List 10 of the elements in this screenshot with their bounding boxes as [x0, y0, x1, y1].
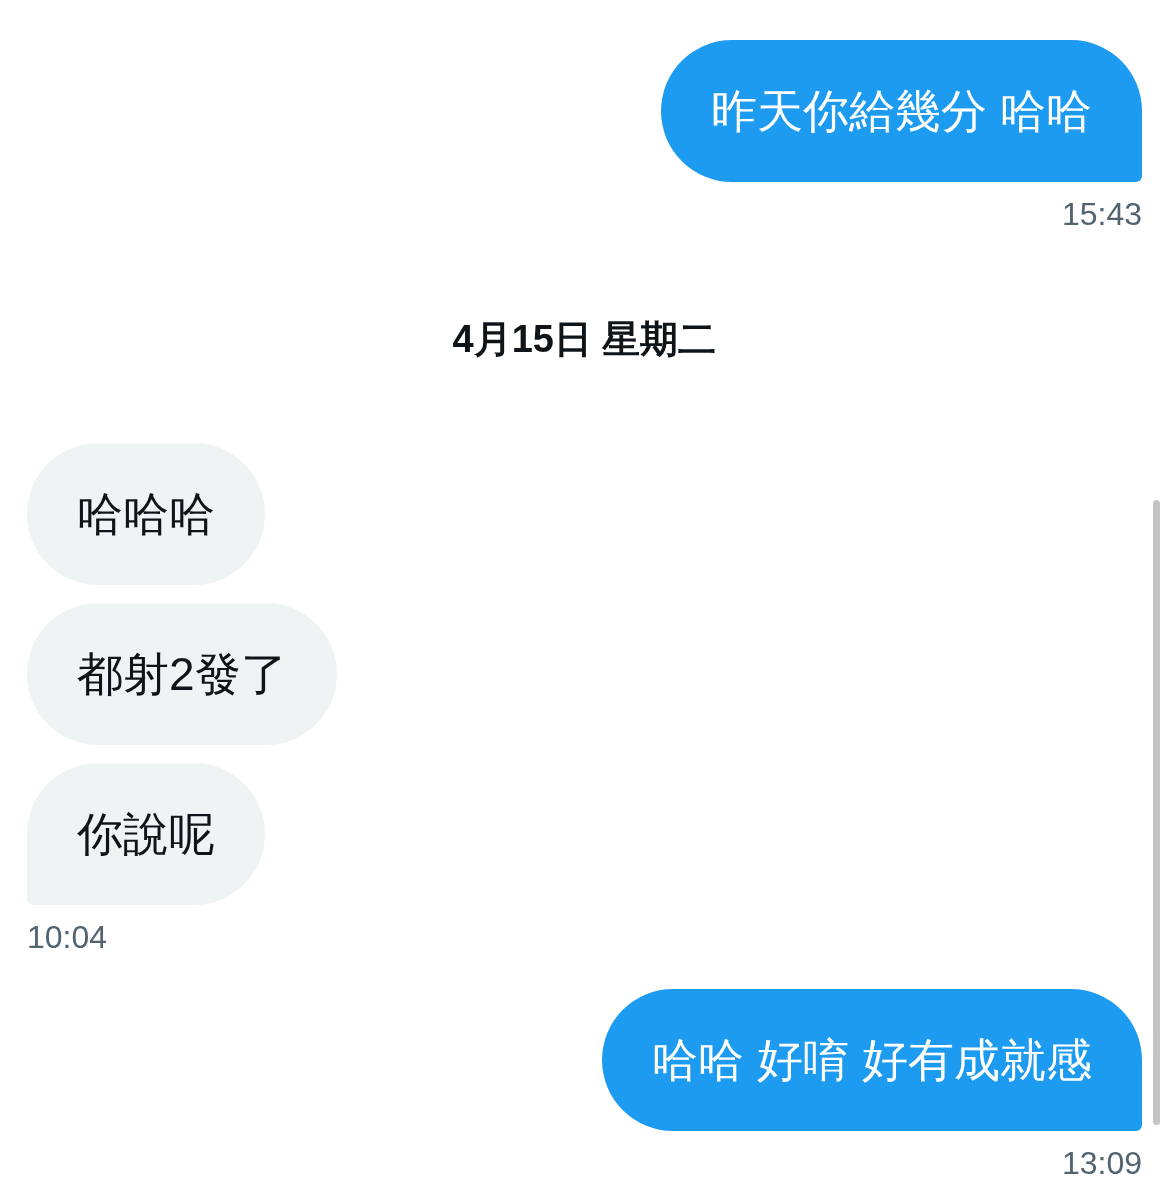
date-divider: 4月15日 星期二 — [452, 317, 717, 362]
message-bubble: 昨天你給幾分 哈哈 — [661, 40, 1142, 182]
message-bubble: 哈哈 好唷 好有成就感 — [602, 989, 1142, 1131]
message-bubble: 哈哈哈 — [27, 443, 265, 585]
scrollbar[interactable] — [1153, 500, 1160, 1125]
message-bubble: 都射2發了 — [27, 603, 337, 745]
message-bubble: 你說呢 — [27, 763, 265, 905]
message-time: 10:04 — [27, 919, 108, 955]
message-time: 15:43 — [1061, 196, 1142, 232]
message-time: 13:09 — [1061, 1145, 1142, 1181]
